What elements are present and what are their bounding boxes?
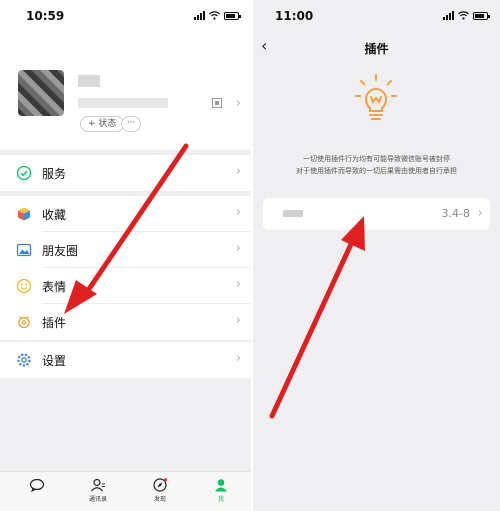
- chat-icon: [29, 478, 45, 492]
- menu-item-plugins[interactable]: 插件 ›: [0, 304, 251, 340]
- moments-icon: [16, 243, 32, 257]
- chevron-right-icon: ›: [235, 205, 241, 220]
- chevron-right-icon: ›: [235, 277, 241, 292]
- status-bar: 11:00: [253, 0, 500, 32]
- bottom-tab-bar: 通讯录 发现 我: [0, 471, 251, 511]
- menu-item-label: 设置: [42, 354, 67, 368]
- warning-text-line-2: 对于使用插件而导致的一切后果需由使用者自行承担: [296, 167, 457, 175]
- right-phone-screen: 11:00 ‹ 插件 一切使用插件行为均有可能导致微信账号被封停 对于使用插件而…: [253, 0, 500, 511]
- discover-icon: [153, 478, 168, 492]
- more-status-button[interactable]: ···: [121, 116, 141, 132]
- tab-contacts[interactable]: 通讯录: [78, 478, 118, 503]
- menu-item-favorites[interactable]: 收藏 ›: [0, 196, 251, 232]
- avatar[interactable]: [18, 70, 64, 116]
- blurred-wechat-id: [78, 98, 168, 108]
- battery-icon: [224, 11, 241, 20]
- chevron-right-icon: ›: [235, 313, 241, 328]
- chevron-right-icon: ›: [477, 206, 483, 221]
- contacts-icon: [91, 478, 105, 492]
- service-icon: [16, 165, 32, 181]
- me-icon: [215, 479, 227, 492]
- add-status-button[interactable]: + 状态: [80, 116, 125, 132]
- qr-code-icon[interactable]: [212, 98, 222, 108]
- tab-label: 通讯录: [88, 496, 107, 503]
- menu-item-moments[interactable]: 朋友圈 ›: [0, 232, 251, 268]
- plugin-icon: [18, 316, 30, 329]
- signal-icon: [443, 11, 454, 20]
- status-icons: [443, 11, 490, 20]
- menu-item-label: 服务: [42, 167, 67, 181]
- tab-discover[interactable]: 发现: [140, 478, 180, 503]
- menu-item-settings[interactable]: 设置 ›: [0, 342, 251, 378]
- tab-label: 发现: [153, 496, 166, 503]
- menu-item-label: 插件: [42, 316, 67, 330]
- lightbulb-icon: [355, 74, 397, 120]
- blurred-nickname: [78, 75, 100, 87]
- chevron-right-icon: ›: [235, 241, 241, 256]
- wifi-icon: [458, 11, 469, 20]
- status-time: 11:00: [275, 9, 314, 23]
- menu-item-label: 收藏: [42, 208, 67, 222]
- menu-item-stickers[interactable]: 表情 ›: [0, 268, 251, 304]
- tab-me[interactable]: 我: [201, 478, 241, 503]
- signal-icon: [194, 11, 205, 20]
- chevron-right-icon: ›: [235, 164, 241, 179]
- tab-label: 我: [217, 496, 224, 503]
- settings-icon: [17, 353, 31, 367]
- stickers-icon: [16, 278, 32, 294]
- page-title: 插件: [364, 42, 389, 56]
- menu-item-services[interactable]: 服务 ›: [0, 155, 251, 191]
- tab-chats[interactable]: [17, 478, 57, 494]
- status-time: 10:59: [26, 9, 65, 23]
- menu-item-label: 表情: [42, 280, 67, 294]
- status-icons: [194, 11, 241, 20]
- wifi-icon: [209, 11, 220, 20]
- chevron-right-icon: ›: [235, 96, 241, 111]
- warning-text-line-1: 一切使用插件行为均有可能导致微信账号被封停: [303, 155, 450, 163]
- status-bar: 10:59: [0, 0, 251, 32]
- left-phone-screen: 10:59 › + 状态 ··· 服务 › 收藏 › 朋友圈 › 表情 › 插件…: [0, 0, 251, 511]
- menu-item-label: 朋友圈: [42, 244, 79, 258]
- chevron-right-icon: ›: [235, 351, 241, 366]
- battery-icon: [473, 11, 490, 20]
- plugin-list-item[interactable]: 3.4-8 ›: [263, 198, 490, 230]
- favorites-icon: [18, 207, 30, 221]
- plugin-version: 3.4-8: [441, 207, 470, 220]
- profile-card[interactable]: › + 状态 ···: [0, 32, 251, 150]
- blurred-plugin-name: [283, 210, 303, 217]
